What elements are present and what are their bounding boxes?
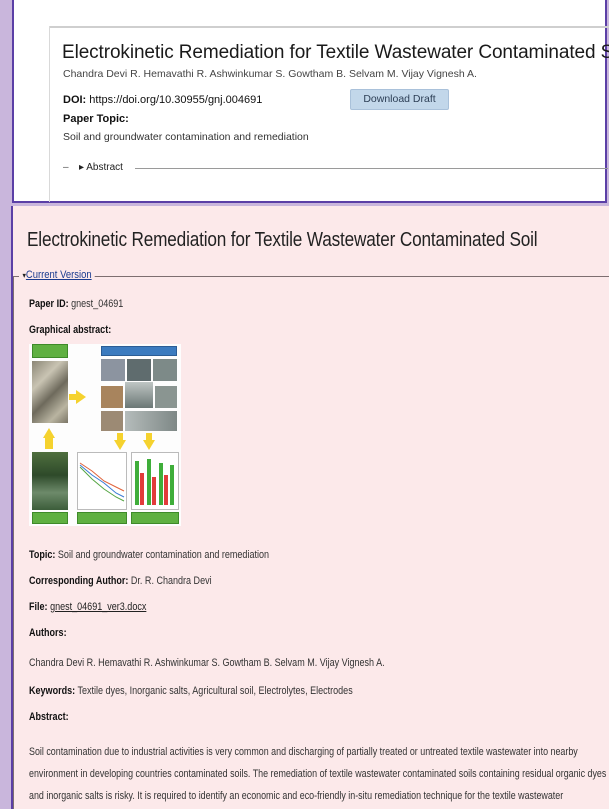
current-version-toggle[interactable]: ▾Current Version <box>19 269 96 281</box>
graphical-abstract-image[interactable] <box>29 344 181 526</box>
file-row: File: gnest_04691_ver3.docx <box>29 601 146 613</box>
download-draft-button[interactable]: Download Draft <box>350 89 449 110</box>
doi-row: DOI: https://doi.org/10.30955/gnj.004691 <box>63 94 262 106</box>
bar-chart-thumbnail <box>131 452 179 510</box>
diagram-label-box <box>77 512 127 524</box>
keywords-row: Keywords: Textile dyes, Inorganic salts,… <box>29 685 353 697</box>
paper-topic-value: Soil and groundwater contamination and r… <box>63 131 309 143</box>
paper-summary-card: Electrokinetic Remediation for Textile W… <box>12 0 609 203</box>
arrow-right-icon <box>76 390 86 404</box>
diagram-label-box <box>131 512 179 524</box>
paper-title[interactable]: Electrokinetic Remediation for Textile W… <box>62 42 609 64</box>
abstract-label: Abstract: <box>29 711 69 723</box>
authors-label: Authors: <box>29 627 67 639</box>
topic-label: Topic: <box>29 549 56 561</box>
topic-row: Topic: Soil and groundwater contaminatio… <box>29 549 269 561</box>
graphical-abstract-label: Graphical abstract: <box>29 324 112 336</box>
line-chart-thumbnail <box>77 452 127 510</box>
setup-photo <box>155 386 177 408</box>
divider <box>49 26 50 202</box>
corresponding-author-label: Corresponding Author: <box>29 575 129 587</box>
wastewater-photo <box>32 452 68 510</box>
collapse-dash: – <box>63 162 69 173</box>
topic-value: Soil and groundwater contamination and r… <box>57 549 270 561</box>
paper-id-label: Paper ID: <box>29 298 69 310</box>
diagram-label-box <box>32 344 68 358</box>
divider <box>135 168 608 169</box>
setup-photo <box>125 382 153 408</box>
arrow-stem <box>45 437 53 449</box>
soil-photo <box>32 361 68 423</box>
abstract-toggle[interactable]: – ▸ Abstract <box>63 162 608 176</box>
setup-photo <box>101 359 125 381</box>
arrow-down-icon <box>143 440 155 450</box>
author-list: Chandra Devi R. Hemavathi R. Ashwinkumar… <box>63 68 477 80</box>
abstract-text: Soil contamination due to industrial act… <box>29 746 607 802</box>
file-download-link[interactable]: gnest_04691_ver3.docx <box>50 601 146 613</box>
setup-photo <box>125 411 177 431</box>
corresponding-author-row: Corresponding Author: Dr. R. Chandra Dev… <box>29 575 212 587</box>
diagram-label-box <box>101 346 177 356</box>
doi-value[interactable]: https://doi.org/10.30955/gnj.004691 <box>89 94 262 106</box>
paper-detail-panel: Electrokinetic Remediation for Textile W… <box>11 206 609 809</box>
file-label: File: <box>29 601 48 613</box>
diagram-label-box <box>32 512 68 524</box>
authors-value: Chandra Devi R. Hemavathi R. Ashwinkumar… <box>29 657 385 669</box>
abstract-toggle-label[interactable]: ▸ Abstract <box>79 162 123 173</box>
arrow-down-icon <box>114 440 126 450</box>
setup-photo <box>127 359 151 381</box>
current-version-link[interactable]: Current Version <box>26 269 92 281</box>
setup-photo <box>153 359 177 381</box>
doi-label: DOI: <box>63 94 87 106</box>
arrow-up-icon <box>43 428 55 438</box>
arrow-stem <box>69 394 77 400</box>
paper-id-value: gnest_04691 <box>71 298 124 310</box>
paper-id-row: Paper ID: gnest_04691 <box>29 298 123 310</box>
keywords-label: Keywords: <box>29 685 76 697</box>
page-title: Electrokinetic Remediation for Textile W… <box>27 229 538 251</box>
corresponding-author-value: Dr. R. Chandra Devi <box>130 575 212 587</box>
divider <box>49 26 609 28</box>
fieldset-border <box>13 276 14 809</box>
setup-photo <box>101 386 123 408</box>
fieldset-border <box>13 276 609 277</box>
keywords-value: Textile dyes, Inorganic salts, Agricultu… <box>77 685 353 697</box>
paper-topic-label: Paper Topic: <box>63 113 129 125</box>
setup-photo <box>101 411 123 431</box>
